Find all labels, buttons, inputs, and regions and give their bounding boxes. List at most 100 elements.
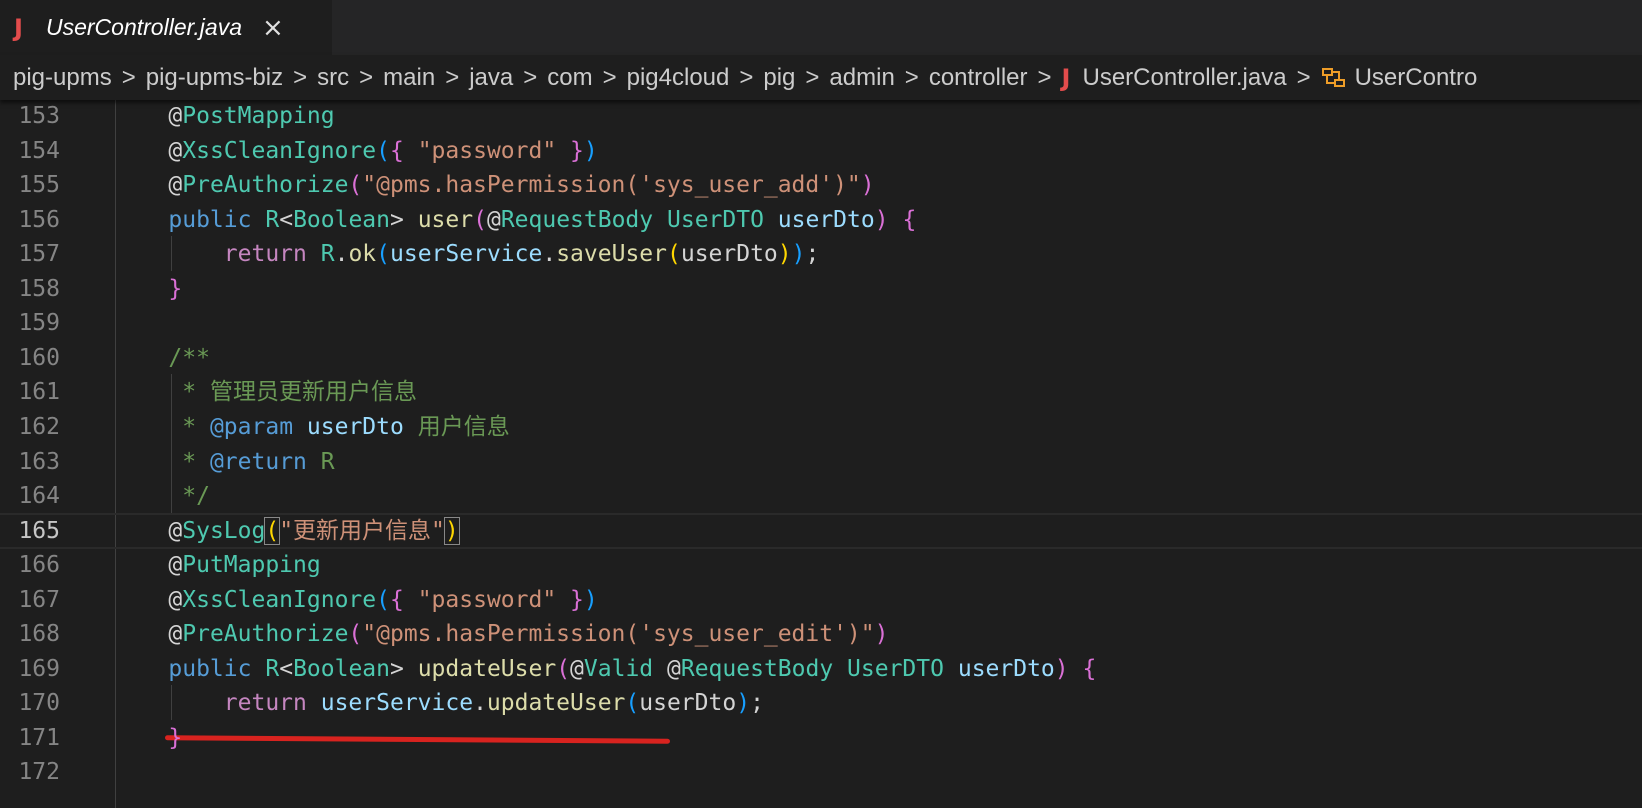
- breadcrumb: pig-upms > pig-upms-biz > src > main > java > com >…: [0, 55, 1642, 100]
- code-line[interactable]: 168 @PreAuthorize("@pms.hasPermission('s…: [0, 616, 1642, 652]
- breadcrumb-separator-icon: >: [523, 63, 538, 91]
- breadcrumb-item[interactable]: com: [547, 64, 592, 92]
- breadcrumb-symbol[interactable]: UserContro: [1355, 64, 1478, 92]
- code-token: userDto: [680, 241, 778, 268]
- code-line[interactable]: 162 * @param userDto 用户信息: [0, 409, 1642, 445]
- code-token: /**: [168, 344, 210, 371]
- code-token: "@pms.hasPermission('sys_user_edit')": [362, 621, 875, 648]
- code-token: (: [264, 516, 281, 545]
- code-line[interactable]: 169 public R<Boolean> updateUser(@Valid …: [0, 651, 1642, 687]
- code-token: (: [376, 241, 391, 268]
- code-token: UserDTO: [847, 655, 944, 682]
- code-token: public: [168, 206, 252, 233]
- code-token: UserDTO: [667, 206, 764, 233]
- code-token: user: [417, 206, 474, 233]
- line-number: 157: [18, 241, 60, 268]
- code-text: return R.ok(userService.saveUser(userDto…: [113, 236, 820, 272]
- tab-bar: J UserController.java ×: [0, 0, 1642, 55]
- breadcrumb-item[interactable]: controller: [929, 64, 1028, 92]
- code-token: ok: [348, 241, 377, 268]
- breadcrumb-separator-icon: >: [445, 63, 460, 91]
- code-token: >: [390, 206, 418, 233]
- code-line[interactable]: 164 */: [0, 478, 1642, 514]
- code-token: (: [625, 690, 640, 717]
- code-text: @PreAuthorize("@pms.hasPermission('sys_u…: [113, 167, 875, 203]
- code-token: {: [1082, 655, 1097, 682]
- code-line[interactable]: 155 @PreAuthorize("@pms.hasPermission('s…: [0, 167, 1642, 203]
- breadcrumb-separator-icon: >: [1296, 63, 1311, 91]
- code-line[interactable]: 166 @PutMapping: [0, 547, 1642, 583]
- code-token: ): [777, 241, 792, 268]
- code-token: @param: [209, 413, 294, 440]
- code-line[interactable]: 165 @SysLog("更新用户信息"): [0, 512, 1642, 549]
- code-token: <: [279, 655, 294, 682]
- breadcrumb-item[interactable]: pig4cloud: [627, 64, 730, 92]
- code-token: RequestBody: [500, 206, 654, 233]
- indent-guide: [171, 374, 172, 513]
- code-line[interactable]: 160 /**: [0, 340, 1642, 376]
- code-token: @: [168, 586, 183, 613]
- code-token: PutMapping: [182, 552, 321, 579]
- breadcrumb-item[interactable]: admin: [829, 64, 894, 92]
- code-token: ;: [750, 690, 764, 717]
- code-token: "更新用户信息": [279, 517, 445, 544]
- code-token: "password": [417, 137, 557, 164]
- breadcrumb-item[interactable]: pig: [763, 64, 795, 92]
- code-token: */: [182, 483, 210, 510]
- line-number: 169: [18, 655, 60, 682]
- code-token: ): [860, 172, 875, 199]
- code-line[interactable]: 172: [0, 754, 1642, 790]
- editor-tab[interactable]: J UserController.java ×: [0, 0, 332, 55]
- breadcrumb-separator-icon: >: [904, 63, 919, 91]
- code-line[interactable]: 157 return R.ok(userService.saveUser(use…: [0, 236, 1642, 272]
- code-line[interactable]: 153 @PostMapping: [0, 100, 1642, 134]
- code-token: {: [902, 206, 917, 233]
- line-number: 154: [18, 137, 60, 164]
- code-line[interactable]: 156 public R<Boolean> user(@RequestBody …: [0, 202, 1642, 238]
- breadcrumb-item[interactable]: pig-upms-biz: [146, 64, 283, 92]
- code-editor[interactable]: 153 @PostMapping 154 @XssCleanIgnore({ "p…: [0, 100, 1642, 808]
- code-token: userService: [390, 241, 543, 268]
- breadcrumb-item[interactable]: src: [317, 64, 349, 92]
- code-token: ;: [805, 241, 820, 268]
- code-token: return: [223, 241, 307, 268]
- breadcrumb-separator-icon: >: [805, 63, 820, 91]
- code-token: ): [1054, 655, 1069, 682]
- breadcrumb-item[interactable]: java: [469, 64, 513, 92]
- code-token: XssCleanIgnore: [182, 137, 377, 164]
- code-line[interactable]: 159: [0, 305, 1642, 341]
- code-text: @XssCleanIgnore({ "password" }): [113, 133, 597, 169]
- code-token: saveUser: [556, 241, 667, 268]
- code-line[interactable]: 171 }: [0, 720, 1642, 756]
- code-token: R: [320, 241, 335, 268]
- code-line[interactable]: 167 @XssCleanIgnore({ "password" }): [0, 582, 1642, 618]
- code-text: @XssCleanIgnore({ "password" }): [113, 582, 597, 618]
- code-line[interactable]: 163 * @return R: [0, 444, 1642, 480]
- code-line[interactable]: 161 * 管理员更新用户信息: [0, 374, 1642, 410]
- code-token: return: [223, 690, 307, 717]
- code-line[interactable]: 170 return userService.updateUser(userDt…: [0, 685, 1642, 721]
- code-text: public R<Boolean> updateUser(@Valid @Req…: [113, 651, 1096, 687]
- breadcrumb-item[interactable]: pig-upms: [13, 64, 112, 92]
- breadcrumb-file[interactable]: UserController.java: [1082, 64, 1286, 92]
- line-number: 155: [18, 172, 60, 199]
- code-text: @PreAuthorize("@pms.hasPermission('sys_u…: [113, 616, 888, 652]
- close-icon[interactable]: ×: [262, 15, 284, 41]
- code-token: userDto: [639, 690, 737, 717]
- code-token: (: [666, 241, 681, 268]
- code-line[interactable]: 154 @XssCleanIgnore({ "password" }): [0, 133, 1642, 169]
- class-symbol-icon: [1321, 66, 1347, 90]
- code-line[interactable]: 158 }: [0, 271, 1642, 307]
- code-token: .: [542, 241, 557, 268]
- breadcrumb-item[interactable]: main: [383, 64, 435, 92]
